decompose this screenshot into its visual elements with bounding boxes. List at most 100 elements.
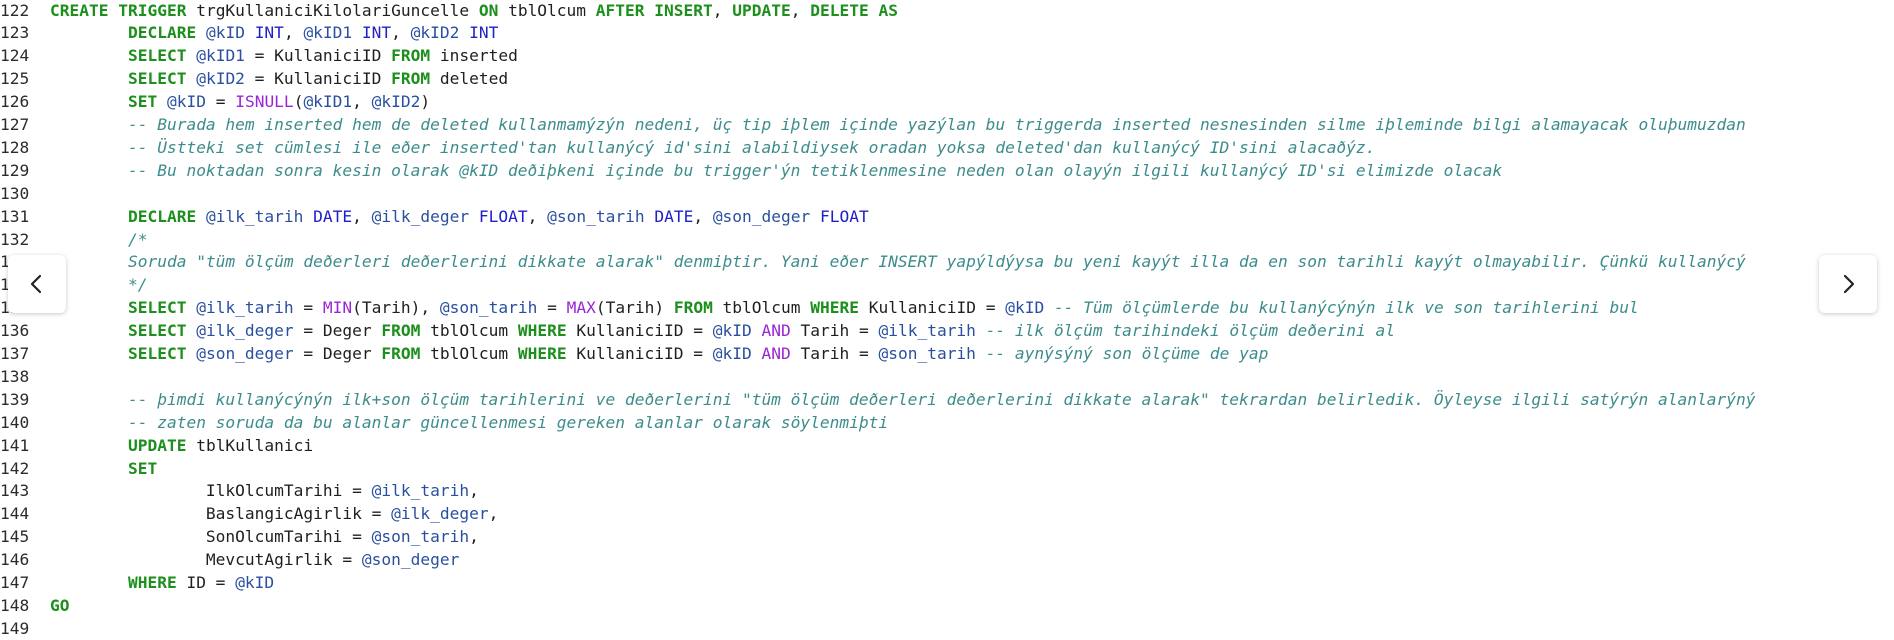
line-number: 141 (0, 435, 30, 455)
code-token: , (352, 92, 372, 112)
code-token: -- Üstteki set cümlesi ile eðer inserted… (127, 137, 1376, 157)
line-number: 129 (0, 160, 30, 180)
code-token: UPDATE (127, 435, 187, 455)
code-token: FLOAT (820, 206, 869, 226)
line-number: 132 (0, 229, 30, 249)
line-number: 140 (0, 412, 30, 432)
line-number: 137 (0, 344, 30, 363)
line-number: 122 (0, 0, 30, 20)
code-token: @kID2 (196, 69, 245, 89)
code-token: -- þimdi kullanýcýnýn ilk+son ölçüm tari… (127, 389, 1756, 409)
code-token: ID = (176, 573, 236, 592)
code-token: @kID (235, 573, 275, 592)
code-line: 130 (0, 182, 50, 205)
code-line: 136 SELECT @ilk_deger = Deger FROM tblOl… (0, 319, 1395, 342)
code-token: FROM (673, 298, 713, 318)
code-line: 145 SonOlcumTarihi = @son_tarih, (0, 525, 479, 548)
code-token: DATE (654, 206, 694, 226)
code-token: , (469, 481, 479, 501)
code-token: */ (127, 275, 148, 295)
line-number: 139 (0, 389, 30, 409)
code-token: ON (478, 0, 499, 20)
code-token: INT (469, 23, 499, 43)
code-token: UPDATE (732, 0, 791, 20)
code-line: 142 SET (0, 457, 157, 480)
code-line: 140 -- zaten soruda da bu alanlar güncel… (0, 411, 888, 434)
code-token: WHERE (810, 298, 860, 318)
line-number: 138 (0, 366, 30, 386)
line-number: 149 (0, 618, 30, 638)
code-token: @kID1 (303, 92, 353, 112)
code-token: MAX (566, 298, 596, 318)
code-token: Soruda "tüm ölçüm deðerleri deðerlerini … (127, 252, 1746, 272)
code-line: 144 BaslangicAgirlik = @ilk_deger, (0, 502, 498, 525)
chevron-left-icon (26, 273, 48, 295)
line-number: 128 (0, 137, 30, 157)
code-token: @ilk_tarih (371, 481, 470, 501)
code-token: @ilk_tarih (205, 206, 304, 226)
previous-button[interactable] (8, 255, 66, 313)
code-token: ISNULL (235, 92, 294, 112)
code-token: ) (420, 92, 431, 112)
code-token: (Tarih) (595, 298, 674, 318)
code-token: KullaniciID = (566, 321, 713, 341)
code-token: = KullaniciID (244, 46, 392, 66)
code-token: = KullaniciID (244, 69, 392, 89)
code-token: @son_tarih (371, 527, 470, 547)
code-token: @kID (205, 23, 245, 43)
code-token: (Tarih), (352, 298, 440, 318)
code-token: SonOlcumTarihi = (50, 527, 372, 547)
code-token: , (352, 206, 372, 226)
code-token: @kID1 (196, 46, 245, 66)
code-token: Tarih = (790, 321, 879, 341)
code-line: 135 SELECT @ilk_tarih = MIN(Tarih), @son… (0, 296, 1639, 319)
code-token: trgKullaniciKilolariGuncelle (186, 0, 479, 20)
code-token: , (469, 527, 479, 547)
code-token: , (790, 0, 811, 20)
code-line: 139 -- þimdi kullanýcýnýn ilk+son ölçüm … (0, 388, 1756, 411)
code-token: ( (293, 92, 304, 112)
next-button[interactable] (1819, 255, 1877, 313)
code-token: DECLARE (127, 23, 197, 43)
code-token: AFTER INSERT (595, 0, 713, 20)
code-token: , (712, 0, 733, 20)
line-number: 145 (0, 527, 30, 547)
code-token: KullaniciID = (859, 298, 1006, 318)
code-token: GO (50, 595, 70, 615)
line-number: 131 (0, 206, 30, 226)
code-token: @son_tarih (547, 206, 645, 226)
code-token: tblOlcum (420, 344, 518, 363)
code-token: tblOlcum (420, 321, 518, 341)
code-token: tblOlcum (712, 298, 811, 318)
code-token: @son_deger (712, 206, 811, 226)
code-line: 143 IlkOlcumTarihi = @ilk_tarih, (0, 479, 479, 502)
code-token: DATE (313, 206, 353, 226)
code-token: = (205, 92, 236, 112)
code-token: tblOlcum (498, 0, 596, 20)
line-number: 124 (0, 46, 30, 66)
code-token: , (391, 23, 411, 43)
code-token: , (283, 23, 304, 43)
code-token: , (527, 206, 548, 226)
code-token: FROM (391, 46, 431, 66)
